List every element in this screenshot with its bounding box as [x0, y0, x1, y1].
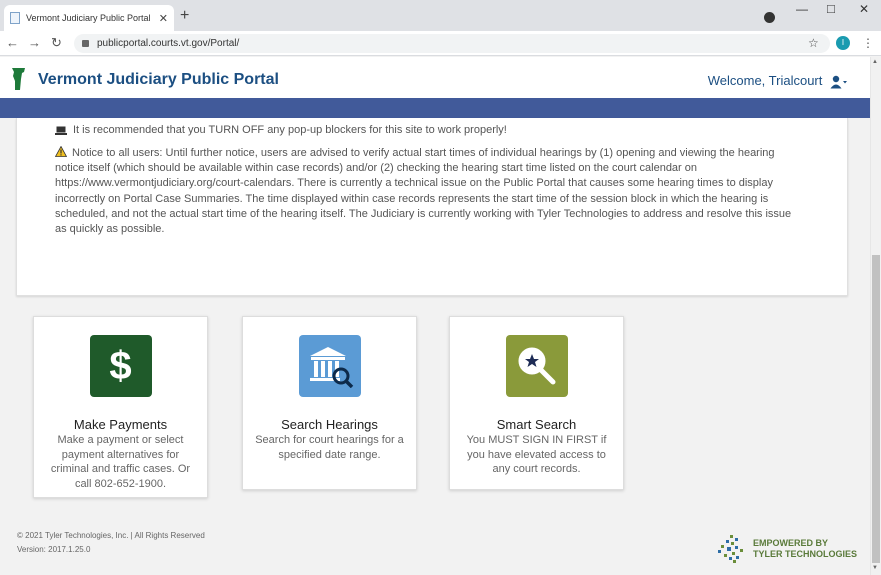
portal-title[interactable]: Vermont Judiciary Public Portal: [38, 71, 279, 89]
page-favicon-icon: [10, 12, 20, 24]
smart-search-card[interactable]: Smart Search You MUST SIGN IN FIRST if y…: [449, 316, 624, 490]
warning-icon: [55, 146, 67, 157]
url-field[interactable]: publicportal.courts.vt.gov/Portal/: [74, 34, 830, 53]
brand-line-2: TYLER TECHNOLOGIES: [753, 549, 858, 559]
browser-menu-icon[interactable]: ⋮: [862, 36, 874, 50]
dollar-icon: $: [89, 335, 152, 397]
card-title: Search Hearings: [281, 417, 378, 432]
address-bar-row: ← → ↻ publicportal.courts.vt.gov/Portal/…: [0, 31, 881, 56]
courthouse-search-icon: [298, 335, 361, 397]
popup-notice-text: It is recommended that you TURN OFF any …: [73, 124, 507, 136]
copyright-text: © 2021 Tyler Technologies, Inc. | All Ri…: [17, 531, 205, 540]
bookmark-star-icon[interactable]: ☆: [808, 36, 819, 50]
card-title: Make Payments: [73, 417, 168, 432]
popup-notice: It is recommended that you TURN OFF any …: [55, 124, 507, 136]
tab-close-icon[interactable]: ✕: [159, 12, 168, 25]
card-title: Smart Search: [496, 417, 577, 432]
tab-title: Vermont Judiciary Public Portal: [26, 13, 151, 23]
make-payments-card[interactable]: $ Make Payments Make a payment or select…: [33, 316, 208, 498]
tyler-brand-text: EMPOWERED BY TYLER TECHNOLOGIES: [753, 538, 857, 560]
extension-icon[interactable]: [764, 12, 775, 23]
scrollbar-thumb[interactable]: [872, 255, 880, 563]
site-header: Vermont Judiciary Public Portal Welcome,…: [0, 57, 870, 99]
tyler-logo[interactable]: EMPOWERED BY TYLER TECHNOLOGIES: [717, 534, 857, 564]
brand-line-1: EMPOWERED BY: [753, 538, 829, 548]
hearing-notice-text: Notice to all users: Until further notic…: [55, 147, 792, 236]
new-tab-button[interactable]: +: [180, 7, 189, 25]
scroll-up-icon[interactable]: ▲: [872, 59, 878, 65]
scroll-down-icon[interactable]: ▼: [872, 565, 878, 571]
window-close-icon[interactable]: ✕: [859, 2, 869, 16]
search-hearings-card[interactable]: Search Hearings Search for court hearing…: [242, 316, 417, 490]
header-accent-bar: [0, 98, 870, 118]
card-description: Search for court hearings for a specifie…: [255, 434, 404, 461]
maximize-icon[interactable]: □: [827, 1, 835, 16]
vermont-state-icon: [12, 68, 25, 90]
browser-tab-bar: Vermont Judiciary Public Portal ✕ + — □ …: [0, 0, 881, 31]
laptop-icon: [55, 126, 67, 135]
url-text: publicportal.courts.vt.gov/Portal/: [97, 38, 240, 49]
card-description: You MUST SIGN IN FIRST if you have eleva…: [466, 434, 607, 476]
lock-icon: [82, 40, 89, 47]
user-menu[interactable]: Welcome, Trialcourt: [708, 73, 848, 89]
reload-icon[interactable]: ↻: [51, 35, 62, 51]
notice-panel: It is recommended that you TURN OFF any …: [16, 118, 848, 296]
profile-avatar[interactable]: I: [836, 36, 850, 50]
version-text: Version: 2017.1.25.0: [17, 545, 91, 554]
browser-tab[interactable]: Vermont Judiciary Public Portal ✕: [4, 5, 174, 31]
back-arrow-icon[interactable]: ←: [6, 35, 19, 50]
magnifier-star-icon: [505, 335, 568, 397]
welcome-text: Welcome, Trialcourt: [707, 73, 823, 88]
hearing-notice: Notice to all users: Until further notic…: [55, 146, 805, 237]
forward-arrow-icon[interactable]: →: [28, 35, 41, 50]
card-description: Make a payment or select payment alterna…: [50, 434, 191, 490]
user-dropdown-icon: [830, 75, 847, 89]
tyler-dots-icon: [718, 535, 743, 563]
minimize-icon[interactable]: —: [796, 2, 808, 16]
